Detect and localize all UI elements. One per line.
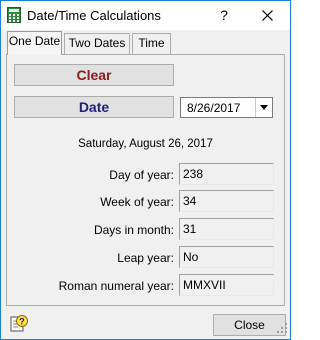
resize-grip[interactable] xyxy=(277,322,287,336)
leap-year-label: Leap year: xyxy=(117,251,174,265)
title-help-button[interactable]: ? xyxy=(206,1,242,30)
day-of-year-label: Day of year: xyxy=(109,168,174,182)
roman-numeral-year-label: Roman numeral year: xyxy=(58,279,174,293)
close-button[interactable]: Close xyxy=(213,314,286,336)
chevron-down-icon xyxy=(260,105,268,110)
help-icon[interactable]: ? xyxy=(10,314,28,332)
dialog-window: Date/Time Calculations ? One Date Two Da… xyxy=(0,0,291,340)
date-picker[interactable]: 8/26/2017 xyxy=(180,97,273,118)
close-icon xyxy=(262,10,273,21)
tab-two-dates[interactable]: Two Dates xyxy=(64,33,130,54)
close-window-button[interactable] xyxy=(246,1,290,30)
date-picker-dropdown-button[interactable] xyxy=(255,98,272,117)
svg-text:?: ? xyxy=(19,317,25,327)
window-title: Date/Time Calculations xyxy=(27,8,161,23)
clear-button[interactable]: Clear xyxy=(14,64,174,86)
roman-numeral-year-value: MMXVII xyxy=(179,274,274,296)
week-of-year-label: Week of year: xyxy=(100,195,174,209)
date-picker-value: 8/26/2017 xyxy=(187,101,241,115)
full-date-text: Saturday, August 26, 2017 xyxy=(78,138,213,150)
day-of-year-value: 238 xyxy=(179,163,274,185)
tab-one-date[interactable]: One Date xyxy=(7,31,62,55)
title-bar[interactable]: Date/Time Calculations ? xyxy=(1,1,290,30)
calculator-icon xyxy=(7,7,21,23)
tab-time[interactable]: Time xyxy=(132,33,171,54)
days-in-month-label: Days in month: xyxy=(93,223,174,237)
days-in-month-value: 31 xyxy=(179,218,274,240)
leap-year-value: No xyxy=(179,246,274,268)
date-button[interactable]: Date xyxy=(14,96,174,118)
week-of-year-value: 34 xyxy=(179,190,274,212)
